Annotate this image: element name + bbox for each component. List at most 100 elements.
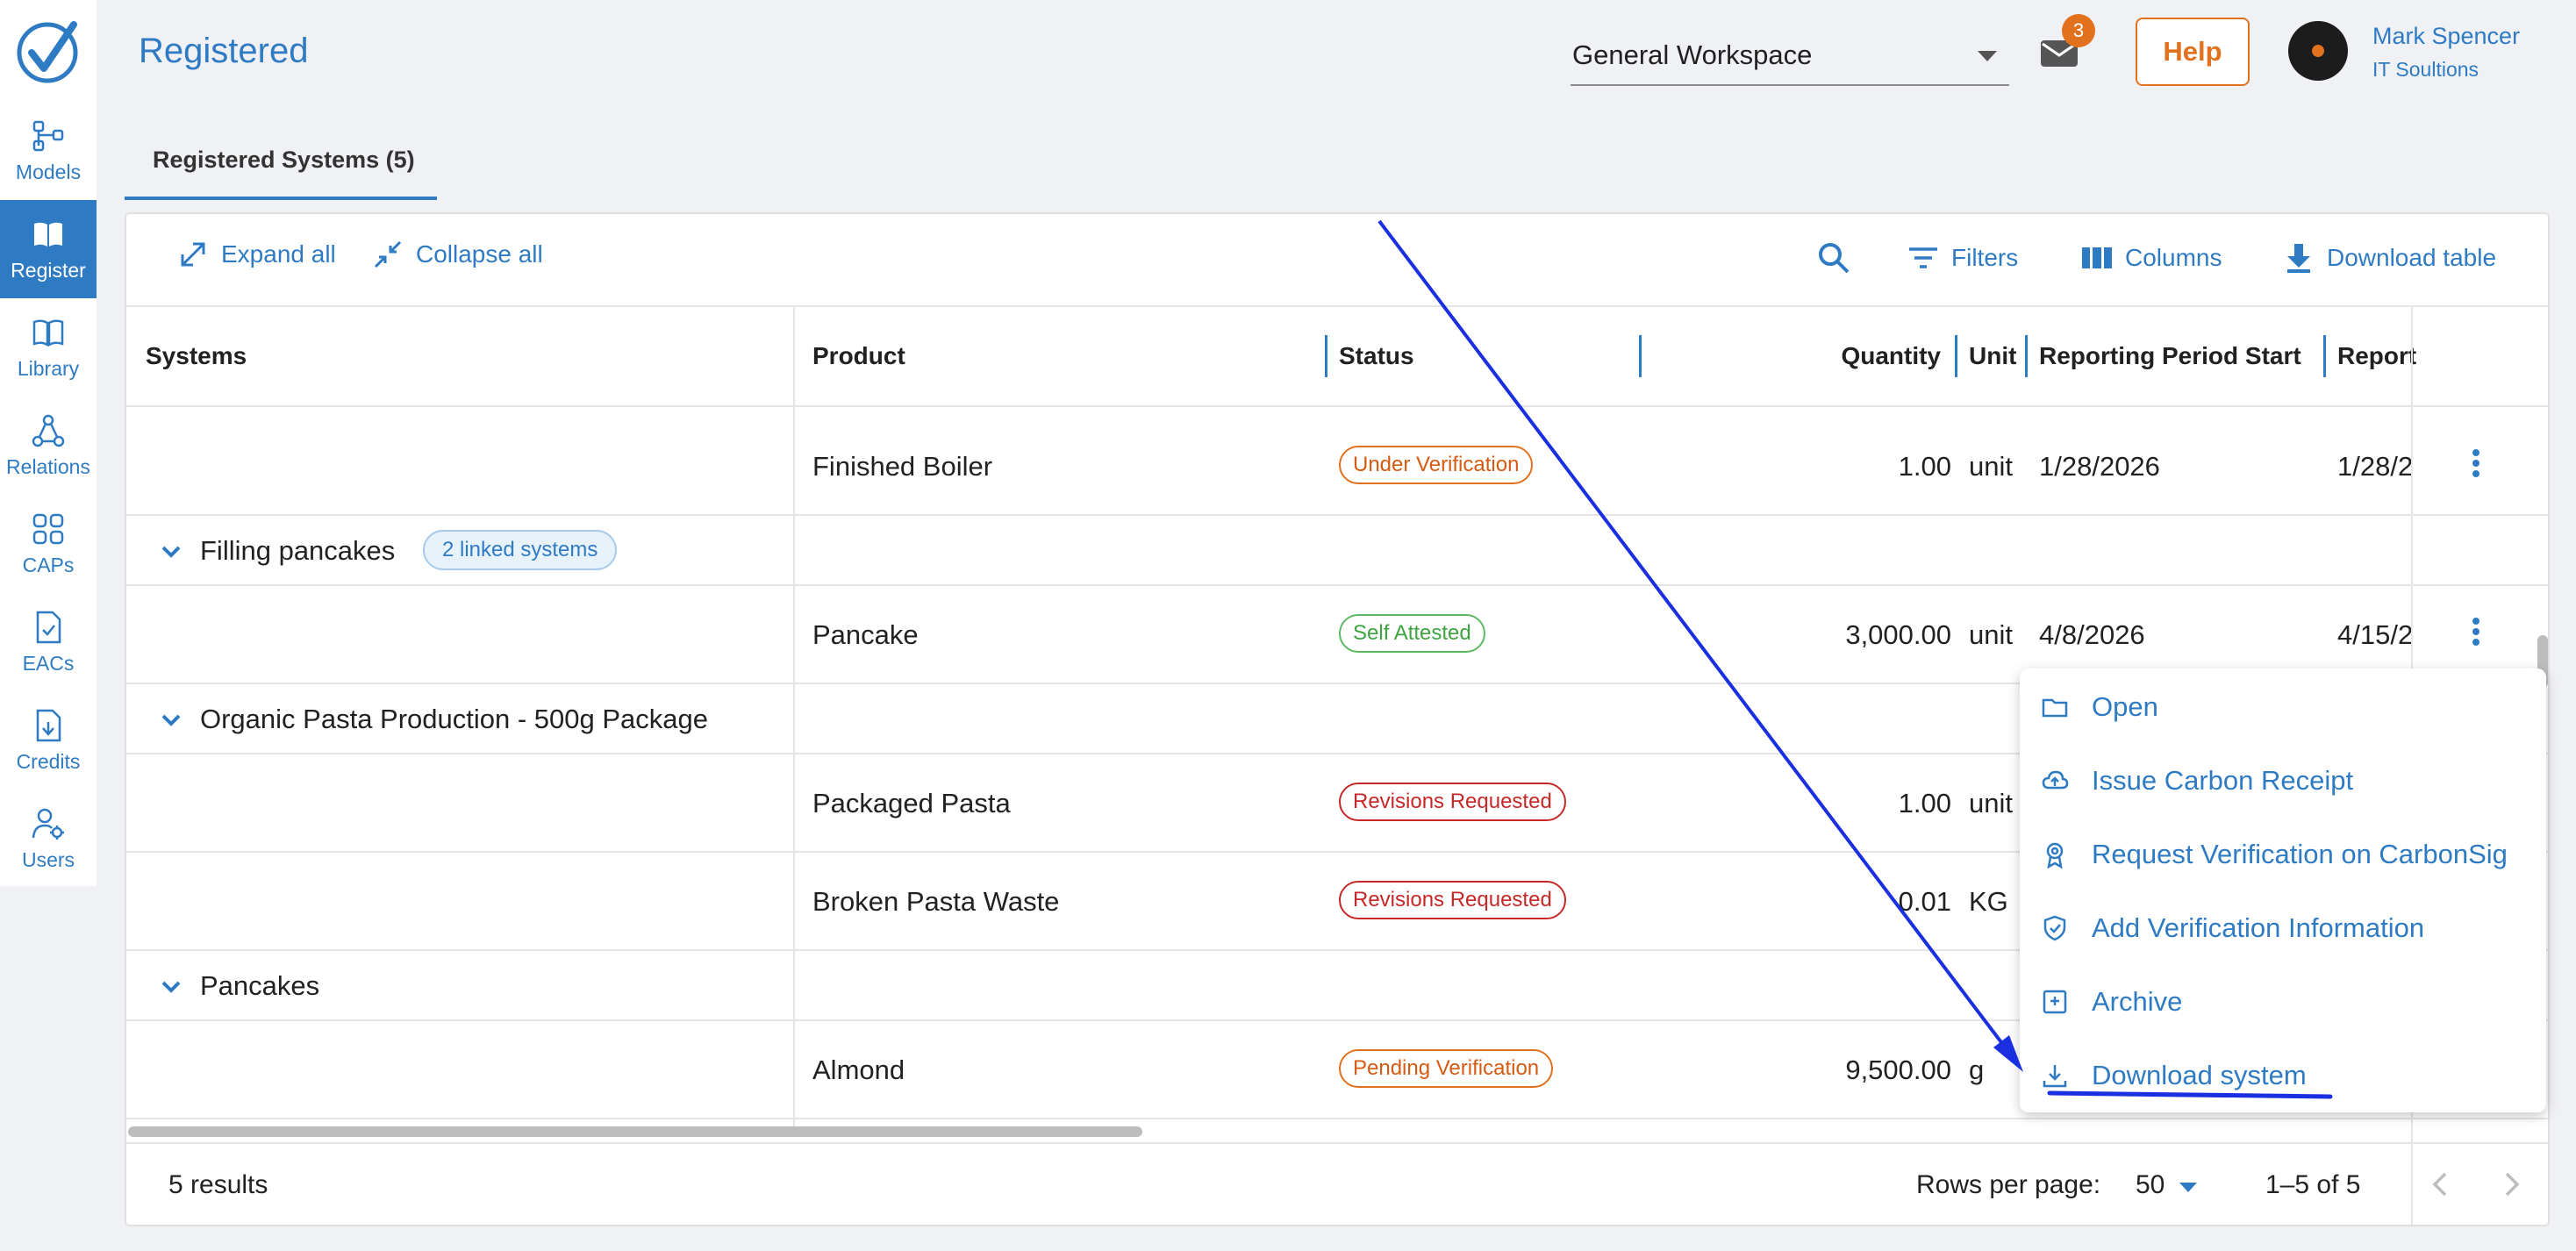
caps-icon: [32, 513, 64, 544]
collapse-all-button[interactable]: Collapse all: [372, 239, 543, 270]
rows-per-page-label: Rows per page:: [1916, 1170, 2101, 1199]
menu-item-label: Issue Carbon Receipt: [2092, 765, 2354, 796]
nav-item-relations[interactable]: Relations: [0, 397, 97, 495]
linked-systems-chip[interactable]: 2 linked systems: [423, 530, 618, 570]
users-icon: [32, 808, 64, 840]
product-cell: Broken Pasta Waste: [812, 886, 1060, 917]
chevron-down-icon[interactable]: [2179, 1183, 2197, 1192]
product-cell: Almond: [812, 1054, 905, 1085]
footer-divider: [126, 1142, 2548, 1144]
product-cell: Finished Boiler: [812, 451, 993, 482]
col-header-systems[interactable]: Systems: [146, 342, 247, 370]
workspace-select[interactable]: General Workspace: [1571, 26, 2009, 86]
page-range: 1–5 of 5: [2265, 1170, 2361, 1199]
row-actions-menu-icon[interactable]: [2472, 614, 2480, 649]
table-row[interactable]: Finished Boiler Under Verification 1.00 …: [126, 418, 2548, 516]
download-table-label: Download table: [2327, 244, 2497, 271]
menu-item-archive[interactable]: Archive: [2041, 976, 2182, 1028]
status-badge: Revisions Requested: [1339, 881, 1566, 919]
previous-page-icon[interactable]: [2423, 1167, 2458, 1202]
reporting-end-cell: 1/28/2: [2337, 451, 2411, 482]
columns-button[interactable]: Columns: [2081, 242, 2222, 274]
status-badge: Revisions Requested: [1339, 783, 1566, 821]
nav-item-caps[interactable]: CAPs: [0, 495, 97, 593]
menu-item-add-verification-information[interactable]: Add Verification Information: [2041, 902, 2424, 954]
next-page-icon[interactable]: [2494, 1167, 2529, 1202]
collapse-all-label: Collapse all: [416, 240, 543, 268]
book-icon: [34, 222, 62, 247]
shield-check-icon: [2043, 915, 2066, 941]
reporting-end-cell: 4/15/2: [2337, 619, 2411, 650]
product-cell: Pancake: [812, 619, 919, 650]
col-header-status[interactable]: Status: [1339, 342, 1414, 370]
expand-all-label: Expand all: [221, 240, 336, 268]
col-header-product[interactable]: Product: [812, 342, 905, 370]
chevron-down-icon[interactable]: [160, 540, 182, 563]
menu-item-download-system[interactable]: Download system: [2041, 1049, 2307, 1102]
column-resize-handle[interactable]: [2025, 335, 2028, 377]
group-label: Filling pancakes: [200, 535, 396, 566]
quantity-cell: 9,500.00: [1845, 1054, 1951, 1085]
unit-cell: unit: [1969, 619, 2013, 650]
status-badge: Self Attested: [1339, 614, 1485, 653]
col-header-quantity[interactable]: Quantity: [1730, 342, 1941, 370]
nav-label: Models: [15, 160, 82, 183]
eacs-icon: [36, 611, 61, 643]
quantity-cell: 3,000.00: [1845, 619, 1951, 650]
column-resize-handle[interactable]: [2323, 335, 2326, 377]
horizontal-scrollbar[interactable]: [128, 1126, 1142, 1137]
filters-button[interactable]: Filters: [1907, 242, 2018, 274]
app-logo-icon[interactable]: [12, 18, 82, 88]
user-name[interactable]: Mark Spencer: [2372, 23, 2520, 50]
col-header-reporting-period-start[interactable]: Reporting Period Start: [2039, 342, 2301, 370]
unit-cell: unit: [1969, 451, 2013, 482]
workspace-value: General Workspace: [1572, 39, 1813, 70]
nav-item-library[interactable]: Library: [0, 298, 97, 397]
columns-label: Columns: [2125, 244, 2222, 271]
group-row[interactable]: Filling pancakes 2 linked systems: [126, 516, 2548, 586]
nav-item-credits[interactable]: Credits: [0, 691, 97, 790]
rows-per-page-select[interactable]: 50: [2136, 1170, 2165, 1200]
download-icon: [2287, 244, 2310, 273]
chevron-down-icon: [1978, 51, 1997, 61]
search-icon[interactable]: [1816, 240, 1851, 275]
menu-item-issue-carbon-receipt[interactable]: Issue Carbon Receipt: [2041, 754, 2353, 807]
col-header-unit[interactable]: Unit: [1969, 342, 2016, 370]
row-actions-menu-icon[interactable]: [2472, 446, 2480, 481]
relations-icon: [32, 414, 65, 447]
mail-count-badge: 3: [2062, 14, 2095, 47]
nav-label: Credits: [16, 749, 81, 773]
nav-item-register[interactable]: Register: [0, 200, 97, 298]
help-button[interactable]: Help: [2136, 18, 2250, 86]
menu-item-label: Download system: [2092, 1060, 2307, 1090]
folder-icon: [2042, 698, 2068, 718]
nav-item-users[interactable]: Users: [0, 790, 97, 888]
filters-label: Filters: [1951, 244, 2019, 271]
avatar[interactable]: [2288, 21, 2348, 81]
download-icon: [2043, 1065, 2067, 1088]
table-header-row: Systems Product Status Quantity Unit Rep…: [126, 305, 2548, 407]
column-resize-handle[interactable]: [1325, 335, 1327, 377]
chevron-down-icon[interactable]: [160, 976, 182, 998]
expand-all-button[interactable]: Expand all: [177, 239, 336, 270]
archive-icon: [2043, 990, 2067, 1014]
quantity-cell: 1.00: [1898, 788, 1951, 819]
status-badge: Pending Verification: [1339, 1049, 1554, 1088]
download-table-button[interactable]: Download table: [2283, 242, 2496, 274]
menu-item-open[interactable]: Open: [2041, 681, 2158, 733]
chevron-down-icon[interactable]: [160, 709, 182, 732]
nav-item-eacs[interactable]: EACs: [0, 593, 97, 691]
models-icon: [32, 120, 64, 151]
column-resize-handle[interactable]: [1639, 335, 1642, 377]
tab-registered-systems[interactable]: Registered Systems (5): [125, 123, 437, 200]
cloud-upload-icon: [2042, 770, 2069, 790]
product-cell: Packaged Pasta: [812, 788, 1011, 819]
reporting-start-cell: 4/8/2026: [2039, 619, 2145, 650]
nav-item-models[interactable]: Models: [0, 102, 97, 200]
column-resize-handle[interactable]: [1955, 335, 1957, 377]
unit-cell: KG: [1969, 886, 2008, 917]
group-label: Pancakes: [200, 970, 320, 1001]
credits-icon: [36, 709, 61, 741]
page-title: Registered: [139, 32, 309, 70]
menu-item-request-verification[interactable]: Request Verification on CarbonSig: [2041, 828, 2508, 881]
